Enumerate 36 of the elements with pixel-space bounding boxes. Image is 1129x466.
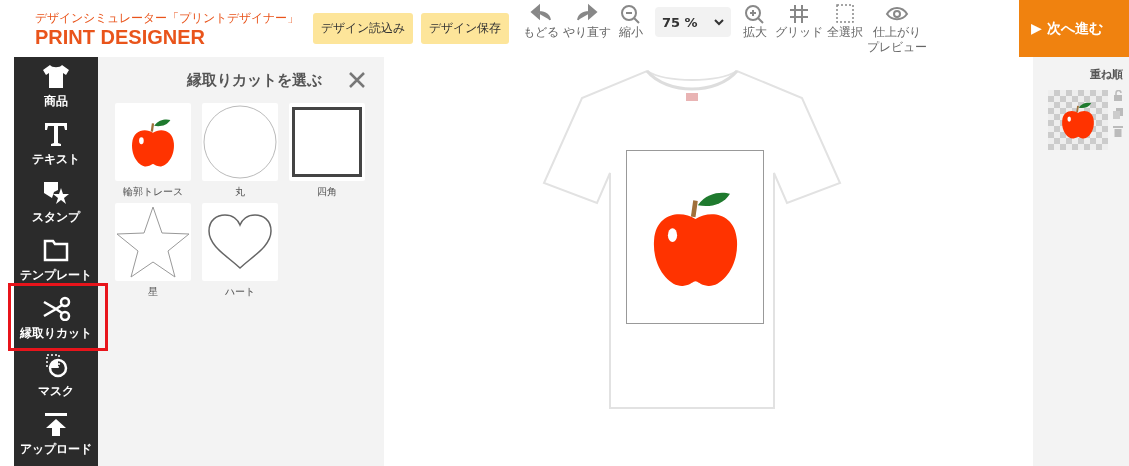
design-button[interactable]: デザイン保存 bbox=[421, 13, 509, 44]
tshirt-icon bbox=[41, 62, 71, 89]
trash-icon[interactable] bbox=[1112, 126, 1123, 137]
close-icon[interactable] bbox=[348, 71, 366, 89]
zoom-out-button[interactable]: 縮小 bbox=[613, 3, 649, 40]
preview-button[interactable]: 仕上がり プレビュー bbox=[865, 3, 929, 54]
grid-icon bbox=[787, 3, 811, 26]
logo-text: PRINT DESIGNER bbox=[35, 27, 207, 47]
undo-button[interactable]: もどる bbox=[521, 3, 561, 40]
sidebar-item[interactable]: アップロード bbox=[14, 405, 98, 463]
layer-thumbnail[interactable] bbox=[1047, 90, 1108, 150]
zoom-select[interactable]: 75 % bbox=[655, 7, 731, 38]
circle-icon bbox=[203, 105, 277, 179]
panel-title: 縁取りカットを選ぶ bbox=[187, 70, 322, 90]
logo[interactable]: デザインシミュレーター「プリントデザイナー」 PRINT DESIGNER bbox=[35, 10, 299, 47]
copy-icon[interactable] bbox=[1112, 108, 1123, 119]
sidebar-item[interactable]: 縁取りカット bbox=[14, 289, 98, 347]
chevron-down-icon bbox=[714, 18, 724, 27]
dashed-square-icon bbox=[833, 3, 857, 26]
layers-title: 重ね順 bbox=[1090, 67, 1123, 82]
select-all-button[interactable]: 全選択 bbox=[825, 3, 865, 40]
star-icon bbox=[116, 206, 190, 278]
sidebar-item[interactable]: スタンプ bbox=[14, 173, 98, 231]
sidebar-item[interactable]: テキスト bbox=[14, 115, 98, 173]
unlock-icon[interactable] bbox=[1112, 90, 1123, 101]
grid-button[interactable]: グリッド bbox=[773, 3, 825, 40]
scissors-icon bbox=[41, 294, 71, 321]
logo-tagline: デザインシミュレーター「プリントデザイナー」 bbox=[35, 10, 299, 27]
sidebar-item[interactable]: マスク bbox=[14, 347, 98, 405]
sidebar-item[interactable]: 商品 bbox=[14, 57, 98, 115]
zoom-in-button[interactable]: 拡大 bbox=[737, 3, 773, 40]
heart-icon bbox=[207, 214, 273, 270]
square-icon bbox=[292, 107, 362, 177]
design-button[interactable]: デザイン読込み bbox=[313, 13, 413, 44]
sidebar-item[interactable]: テンプレート bbox=[14, 231, 98, 289]
redo-button[interactable]: やり直す bbox=[561, 3, 613, 40]
